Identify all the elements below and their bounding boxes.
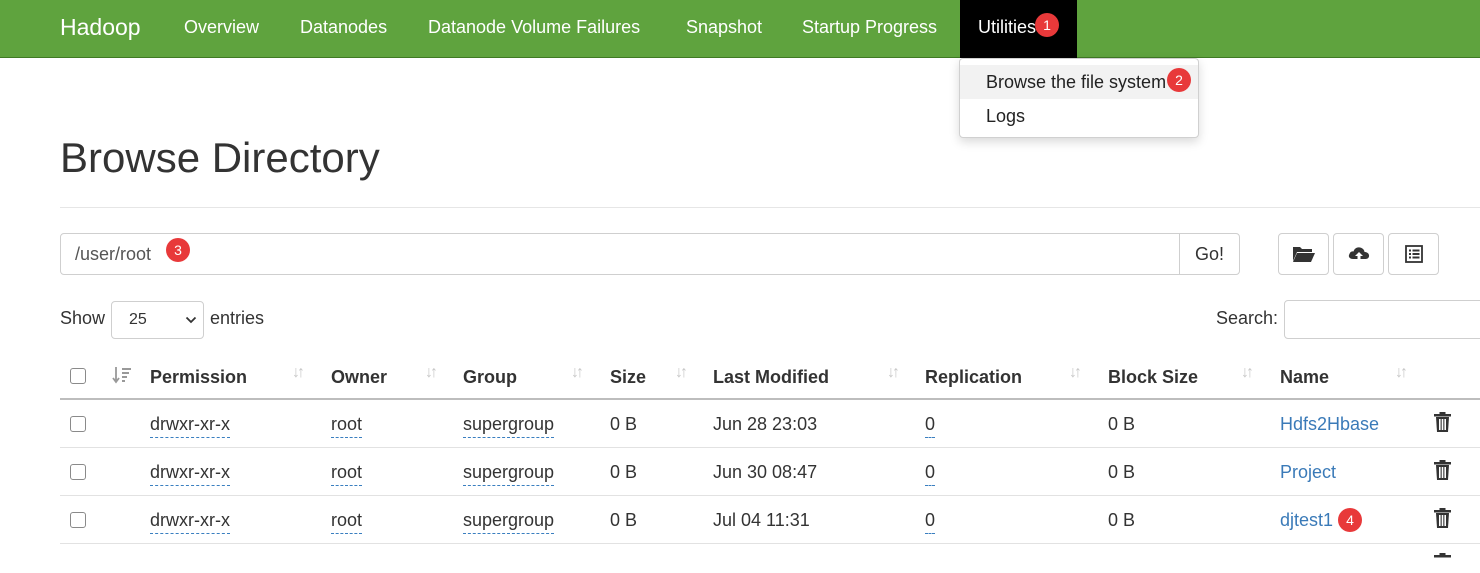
cell-permission[interactable]: drwxr-xr-x <box>150 460 230 486</box>
cell-owner[interactable]: root <box>331 412 363 438</box>
utilities-dropdown-menu: Browse the file system Logs <box>959 58 1199 138</box>
trash-icon[interactable] <box>1434 508 1451 528</box>
column-header-block-size[interactable]: Block Size <box>1108 365 1198 389</box>
cell-last-modified: Jun 28 23:03 <box>713 414 818 434</box>
menu-item-browse-file-system[interactable]: Browse the file system <box>960 65 1198 99</box>
nav-datanode-volume-failures[interactable]: Datanode Volume Failures <box>428 0 640 58</box>
sort-both-icon[interactable]: ↓↑ <box>1395 364 1408 382</box>
column-header-permission[interactable]: Permission <box>150 365 247 389</box>
folder-open-icon <box>1292 247 1315 262</box>
upload-files-button[interactable] <box>1333 233 1384 275</box>
go-button[interactable]: Go! <box>1179 233 1240 275</box>
table-header-divider <box>60 398 1480 400</box>
select-all-checkbox[interactable] <box>70 368 86 384</box>
directory-path-input[interactable]: /user/root <box>60 233 1180 275</box>
cloud-upload-icon <box>1348 247 1369 262</box>
column-header-owner[interactable]: Owner <box>331 365 387 389</box>
cell-owner[interactable]: root <box>331 508 363 534</box>
directory-path-value: /user/root <box>75 244 152 264</box>
cell-last-modified: Jul 04 11:31 <box>713 510 810 530</box>
show-label: Show <box>60 308 106 328</box>
annotation-badge-1: 1 <box>1035 13 1059 37</box>
row-checkbox[interactable] <box>70 512 86 528</box>
trash-icon[interactable] <box>1434 553 1451 573</box>
nav-utilities[interactable]: Utilities <box>960 0 1077 58</box>
sort-both-icon[interactable]: ↓↑ <box>675 364 688 382</box>
sort-both-icon[interactable]: ↓↑ <box>1241 364 1254 382</box>
cell-last-modified: Jun 30 08:47 <box>713 462 818 482</box>
sort-both-icon[interactable]: ↓↑ <box>1069 364 1082 382</box>
sort-both-icon[interactable]: ↓↑ <box>425 364 438 382</box>
cell-size: 0 B <box>610 462 638 482</box>
cell-name-link[interactable]: Hdfs2Hbase <box>1280 412 1379 436</box>
search-label: Search: <box>1216 308 1279 328</box>
nav-snapshot[interactable]: Snapshot <box>686 0 762 58</box>
column-header-size[interactable]: Size <box>610 365 646 389</box>
page-size-value: 25 <box>129 311 147 328</box>
trash-icon[interactable] <box>1434 460 1451 480</box>
cell-block-size: 0 B <box>1108 510 1136 530</box>
cell-replication[interactable]: 0 <box>925 460 936 486</box>
annotation-badge-2: 2 <box>1167 68 1191 92</box>
annotation-badge-3: 3 <box>166 238 190 262</box>
row-checkbox[interactable] <box>70 416 86 432</box>
nav-startup-progress[interactable]: Startup Progress <box>802 0 937 58</box>
trash-icon[interactable] <box>1434 412 1451 432</box>
cell-permission[interactable]: drwxr-xr-x <box>150 508 230 534</box>
top-navbar: Hadoop Overview Datanodes Datanode Volum… <box>0 0 1480 58</box>
search-input[interactable] <box>1284 300 1480 339</box>
cell-permission[interactable]: drwxr-xr-x <box>150 412 230 438</box>
create-directory-button[interactable] <box>1278 233 1329 275</box>
brand-logo[interactable]: Hadoop <box>60 0 141 58</box>
row-divider <box>60 495 1480 496</box>
cell-name-link[interactable]: Project <box>1280 460 1336 484</box>
cut-paste-button[interactable] <box>1388 233 1439 275</box>
column-header-replication[interactable]: Replication <box>925 365 1022 389</box>
cell-size: 0 B <box>610 510 638 530</box>
cell-block-size: 0 B <box>1108 414 1136 434</box>
page-size-select[interactable]: 25 <box>111 301 204 339</box>
cell-name-link[interactable]: djtest1 <box>1280 508 1333 532</box>
chevron-down-icon <box>185 316 197 324</box>
list-icon <box>1404 245 1423 263</box>
cell-group[interactable]: supergroup <box>463 412 555 438</box>
annotation-badge-4: 4 <box>1338 508 1362 532</box>
cell-block-size: 0 B <box>1108 462 1136 482</box>
column-header-name[interactable]: Name <box>1280 365 1329 389</box>
menu-item-logs[interactable]: Logs <box>960 99 1198 133</box>
column-header-last-modified[interactable]: Last Modified <box>713 365 829 389</box>
nav-utilities-label: Utilities <box>978 17 1037 37</box>
cell-group[interactable]: supergroup <box>463 508 555 534</box>
nav-datanodes[interactable]: Datanodes <box>300 0 387 58</box>
nav-overview[interactable]: Overview <box>184 0 259 58</box>
column-header-group[interactable]: Group <box>463 365 517 389</box>
sort-both-icon[interactable]: ↓↑ <box>292 364 305 382</box>
sort-ascending-icon[interactable] <box>112 365 132 385</box>
row-checkbox[interactable] <box>70 464 86 480</box>
title-divider <box>60 207 1480 208</box>
row-divider <box>60 543 1480 544</box>
cell-group[interactable]: supergroup <box>463 460 555 486</box>
cell-replication[interactable]: 0 <box>925 412 936 438</box>
cell-replication[interactable]: 0 <box>925 508 936 534</box>
row-divider <box>60 447 1480 448</box>
entries-label: entries <box>210 308 265 328</box>
sort-both-icon[interactable]: ↓↑ <box>571 364 584 382</box>
cell-size: 0 B <box>610 414 638 434</box>
page-title: Browse Directory <box>60 134 380 181</box>
cell-owner[interactable]: root <box>331 460 363 486</box>
sort-both-icon[interactable]: ↓↑ <box>887 364 900 382</box>
